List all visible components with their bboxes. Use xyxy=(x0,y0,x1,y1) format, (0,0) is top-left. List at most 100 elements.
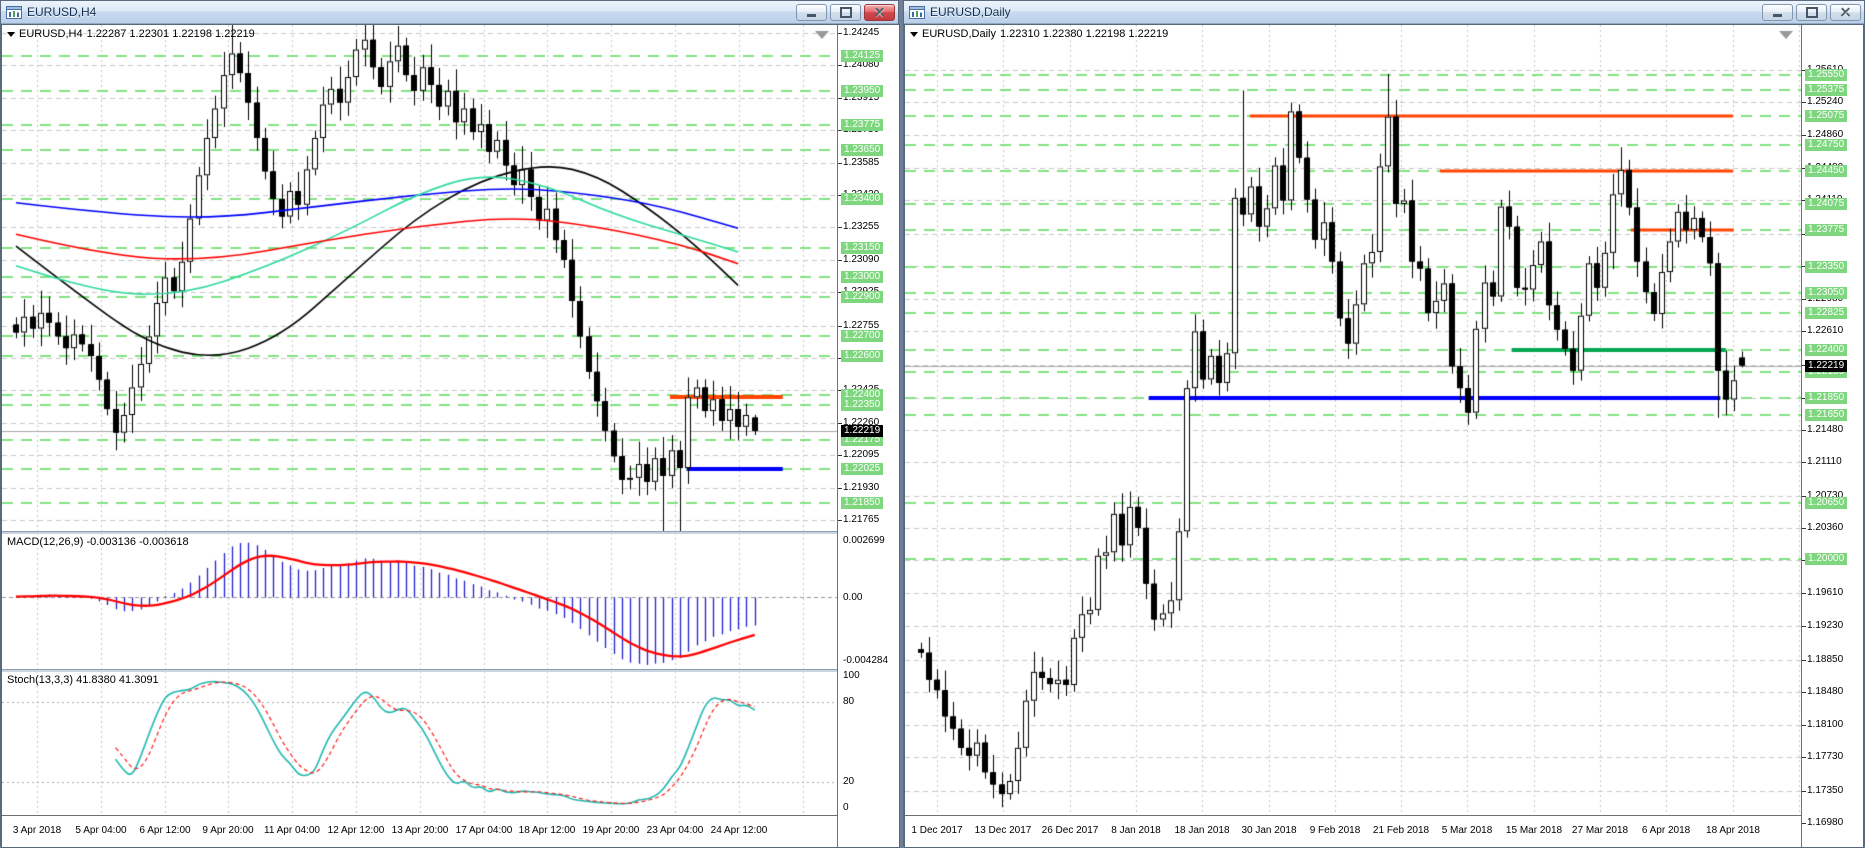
pane-splitter[interactable] xyxy=(2,531,899,534)
current-price-label: 1.22219 xyxy=(1805,360,1848,372)
price-tick xyxy=(838,488,842,489)
macd-axis-label: 0.00 xyxy=(843,591,863,603)
price-tick xyxy=(1802,430,1806,431)
h4-price-chart-canvas[interactable] xyxy=(2,25,837,531)
price-axis-label: 1.19230 xyxy=(1807,620,1844,631)
stoch-axis-label: 100 xyxy=(843,670,860,681)
level-price-label: 1.23000 xyxy=(841,271,884,283)
price-tick xyxy=(838,33,842,34)
close-button[interactable] xyxy=(1830,3,1861,21)
level-price-label: 1.24750 xyxy=(1805,139,1848,151)
price-axis-label: 1.22610 xyxy=(1807,325,1844,336)
close-icon xyxy=(1840,7,1851,18)
time-axis[interactable]: 3 Apr 2018 5 Apr 04:00 6 Apr 12:00 9 Apr 20… xyxy=(2,815,837,847)
chart-window-eurusd-daily[interactable]: EURUSD,Daily EURUSD,Daily 1.22310 1.2238… xyxy=(903,0,1865,848)
time-axis-label: 1 Dec 2017 xyxy=(911,825,963,836)
level-price-label: 1.22600 xyxy=(841,350,884,362)
level-price-label: 1.21850 xyxy=(841,497,884,509)
price-axis-label: 1.24245 xyxy=(843,27,880,38)
symbol-dropdown-icon[interactable] xyxy=(7,31,15,37)
window-title: EURUSD,H4 xyxy=(27,5,97,19)
macd-axis-label: -0.004284 xyxy=(843,655,889,666)
current-price-label: 1.22219 xyxy=(841,425,884,437)
chart-window-icon xyxy=(6,5,22,19)
price-axis[interactable]: 1.256101.252401.248601.244801.241101.237… xyxy=(1801,25,1863,847)
price-axis-label: 1.23585 xyxy=(843,157,880,168)
level-price-label: 1.23650 xyxy=(841,144,884,156)
level-price-label: 1.20650 xyxy=(1805,497,1848,509)
chart-window-eurusd-h4[interactable]: EURUSD,H4 EURUSD,H4 1.22287 1.22301 1.22… xyxy=(0,0,900,848)
price-tick xyxy=(838,163,842,164)
price-axis-label: 1.21110 xyxy=(1807,456,1842,467)
h4-macd-canvas[interactable] xyxy=(2,533,837,669)
price-tick xyxy=(1802,331,1806,332)
chart-content-daily: EURUSD,Daily 1.22310 1.22380 1.22198 1.2… xyxy=(904,24,1864,848)
level-price-label: 1.25375 xyxy=(1805,84,1848,96)
time-axis[interactable]: 1 Dec 2017 13 Dec 2017 26 Dec 2017 8 Jan 20… xyxy=(905,815,1801,847)
titlebar[interactable]: EURUSD,Daily xyxy=(904,1,1864,24)
time-axis-label: 17 Apr 04:00 xyxy=(455,825,513,836)
level-price-label: 1.22825 xyxy=(1805,307,1848,319)
symbol-dropdown-icon[interactable] xyxy=(910,31,918,37)
time-axis-label: 9 Feb 2018 xyxy=(1309,825,1361,836)
price-axis-label: 1.17730 xyxy=(1807,751,1844,762)
close-button[interactable] xyxy=(864,3,895,21)
macd-axis-label: 0.002699 xyxy=(843,535,885,546)
time-axis-label: 26 Dec 2017 xyxy=(1041,825,1099,836)
price-axis-label: 1.23090 xyxy=(843,254,880,265)
price-tick xyxy=(1802,692,1806,693)
restore-button[interactable] xyxy=(1796,3,1827,21)
level-price-label: 1.22350 xyxy=(841,399,884,411)
level-price-label: 1.23775 xyxy=(841,119,884,131)
level-price-label: 1.20000 xyxy=(1805,553,1848,565)
minimize-button[interactable] xyxy=(796,3,827,21)
level-price-label: 1.23950 xyxy=(841,85,884,97)
price-axis-label: 1.20360 xyxy=(1807,522,1844,533)
h4-stoch-canvas[interactable] xyxy=(2,671,837,815)
price-tick xyxy=(1802,626,1806,627)
close-icon xyxy=(874,7,885,18)
time-axis-label: 15 Mar 2018 xyxy=(1505,825,1563,836)
time-axis-label: 5 Mar 2018 xyxy=(1441,825,1493,836)
chart-window-icon xyxy=(909,5,925,19)
level-price-label: 1.24450 xyxy=(1805,165,1848,177)
stoch-label: Stoch(13,3,3) 41.8380 41.3091 xyxy=(7,674,159,686)
price-tick xyxy=(1802,135,1806,136)
price-tick xyxy=(838,455,842,456)
time-axis-label: 18 Apr 12:00 xyxy=(518,825,576,836)
daily-price-chart-canvas[interactable] xyxy=(905,25,1801,813)
titlebar[interactable]: EURUSD,H4 xyxy=(1,1,898,24)
price-axis-label: 1.18100 xyxy=(1807,719,1844,730)
price-tick xyxy=(838,326,842,327)
price-tick xyxy=(1802,462,1806,463)
time-axis-label: 5 Apr 04:00 xyxy=(75,825,127,836)
level-price-label: 1.24075 xyxy=(1805,198,1848,210)
minimize-button[interactable] xyxy=(1762,3,1793,21)
price-tick xyxy=(1802,791,1806,792)
level-price-label: 1.23050 xyxy=(1805,287,1848,299)
time-axis-label: 13 Apr 20:00 xyxy=(391,825,449,836)
price-axis-label: 1.21480 xyxy=(1807,424,1844,435)
price-tick xyxy=(1802,528,1806,529)
quote-header: EURUSD,Daily 1.22310 1.22380 1.22198 1.2… xyxy=(910,28,1168,40)
restore-button[interactable] xyxy=(830,3,861,21)
stoch-axis-label: 20 xyxy=(843,776,855,787)
time-axis-label: 18 Apr 2018 xyxy=(1706,825,1760,836)
time-axis-label: 21 Feb 2018 xyxy=(1372,825,1430,836)
price-axis-label: 1.21930 xyxy=(843,482,880,493)
price-axis[interactable]: 0.002699 0.00 -0.004284 100 80 20 0 1.24245 1.24… xyxy=(837,25,899,847)
price-tick xyxy=(1802,757,1806,758)
price-axis-label: 1.22095 xyxy=(843,449,880,460)
time-axis-label: 9 Apr 20:00 xyxy=(202,825,254,836)
level-price-label: 1.22025 xyxy=(841,463,884,475)
level-price-label: 1.23775 xyxy=(1805,224,1848,236)
price-axis-label: 1.21765 xyxy=(843,514,880,525)
time-axis-label: 19 Apr 20:00 xyxy=(582,825,640,836)
price-tick xyxy=(1802,823,1806,824)
pane-splitter[interactable] xyxy=(2,669,899,672)
time-axis-label: 11 Apr 04:00 xyxy=(264,825,320,836)
level-price-label: 1.22700 xyxy=(841,330,884,342)
stoch-axis-label: 0 xyxy=(843,802,849,813)
level-price-label: 1.22400 xyxy=(1805,344,1848,356)
time-axis-label: 6 Apr 12:00 xyxy=(139,825,191,836)
